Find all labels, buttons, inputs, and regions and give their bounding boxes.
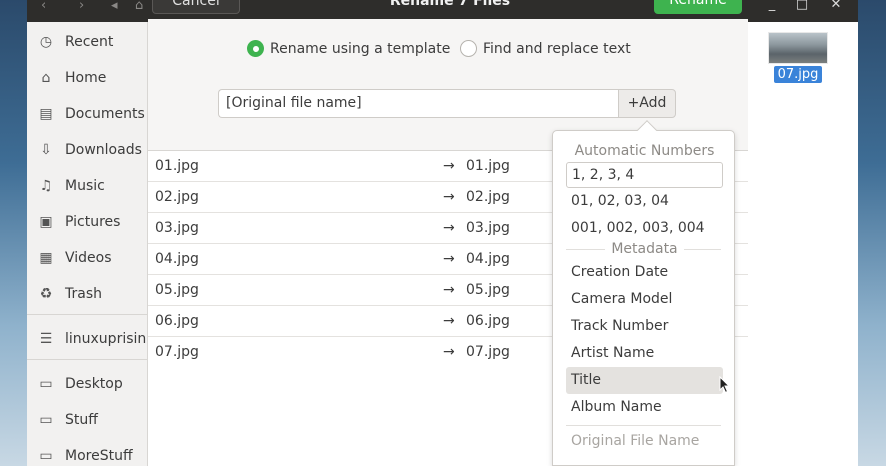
sidebar-item-videos[interactable]: ▦ Videos — [27, 243, 147, 273]
files-sidebar: ◷ Recent ⌂ Home ▤ Documents ⇩ Downloads … — [27, 22, 148, 466]
rename-button[interactable]: Rename — [654, 0, 742, 14]
dialog-title: Rename 7 Files — [389, 0, 511, 9]
arrow-icon: → — [443, 344, 455, 360]
old-name: 07.jpg — [155, 344, 199, 360]
path-left-icon[interactable]: ◂ — [111, 0, 118, 12]
rename-template-radio[interactable]: Rename using a template — [247, 40, 450, 57]
sidebar-item-label: linuxuprising — [65, 331, 148, 347]
sidebar-item-documents[interactable]: ▤ Documents — [27, 99, 147, 129]
radio-label: Rename using a template — [270, 40, 451, 57]
template-input[interactable]: [Original file name] — [218, 89, 619, 118]
metadata-track-number[interactable]: Track Number — [566, 313, 723, 340]
original-file-name-item[interactable]: Original File Name — [566, 428, 723, 455]
trash-icon: ♻ — [39, 286, 53, 302]
old-name: 01.jpg — [155, 158, 199, 174]
sidebar-item-label: Home — [65, 70, 107, 86]
clock-icon: ◷ — [39, 34, 53, 50]
arrow-icon: → — [443, 313, 455, 329]
sidebar-item-label: Pictures — [65, 214, 121, 230]
close-icon[interactable]: ✕ — [828, 0, 844, 12]
mouse-cursor-icon — [719, 376, 731, 394]
old-name: 05.jpg — [155, 282, 199, 298]
sidebar-item-stuff[interactable]: ▭ Stuff — [27, 405, 147, 435]
sidebar-divider — [27, 314, 147, 315]
drive-icon: ☰ — [39, 331, 53, 347]
sidebar-item-trash[interactable]: ♻ Trash — [27, 279, 147, 309]
number-format-1[interactable]: 1, 2, 3, 4 — [566, 162, 723, 188]
desktop-file-icon[interactable]: 07.jpg — [768, 32, 828, 83]
sidebar-item-music[interactable]: ♫ Music — [27, 171, 147, 201]
sidebar-item-pictures[interactable]: ▣ Pictures — [27, 207, 147, 237]
metadata-camera-model[interactable]: Camera Model — [566, 286, 723, 313]
add-popover: Automatic Numbers 1, 2, 3, 4 01, 02, 03,… — [552, 130, 735, 466]
sidebar-item-label: Documents — [65, 106, 145, 122]
picture-icon: ▣ — [39, 214, 53, 230]
number-format-01[interactable]: 01, 02, 03, 04 — [566, 188, 723, 215]
old-name: 04.jpg — [155, 251, 199, 267]
folder-icon: ▭ — [39, 412, 53, 428]
auto-numbers-heading: Automatic Numbers — [574, 143, 715, 159]
old-name: 02.jpg — [155, 189, 199, 205]
popover-divider — [566, 425, 721, 426]
forward-icon[interactable]: › — [79, 0, 84, 12]
download-icon: ⇩ — [40, 142, 52, 158]
video-icon: ▦ — [39, 250, 53, 266]
folder-icon: ▭ — [39, 376, 53, 392]
sidebar-item-label: Music — [65, 178, 105, 194]
sidebar-item-recent[interactable]: ◷ Recent — [27, 27, 147, 57]
desktop-file-label: 07.jpg — [773, 66, 823, 83]
metadata-creation-date[interactable]: Creation Date — [566, 259, 723, 286]
sidebar-item-morestuff[interactable]: ▭ MoreStuff — [27, 441, 147, 466]
radio-unchecked-icon — [460, 40, 477, 57]
music-icon: ♫ — [39, 178, 53, 194]
new-name: 05.jpg — [466, 282, 510, 298]
home-path-icon[interactable]: ⌂ — [135, 0, 143, 12]
radio-label: Find and replace text — [483, 40, 631, 57]
metadata-artist-name[interactable]: Artist Name — [566, 340, 723, 367]
add-button[interactable]: +Add — [618, 89, 676, 118]
metadata-album-name[interactable]: Album Name — [566, 394, 723, 421]
back-icon[interactable]: ‹ — [41, 0, 46, 12]
document-icon: ▤ — [39, 106, 53, 122]
sidebar-item-label: MoreStuff — [65, 448, 133, 464]
sidebar-item-label: Trash — [65, 286, 102, 302]
new-name: 01.jpg — [466, 158, 510, 174]
find-replace-radio[interactable]: Find and replace text — [460, 40, 631, 57]
arrow-icon: → — [443, 158, 455, 174]
sidebar-item-drive[interactable]: ☰ linuxuprising — [27, 324, 148, 354]
home-icon: ⌂ — [41, 70, 51, 86]
maximize-icon[interactable]: □ — [794, 0, 810, 12]
new-name: 07.jpg — [466, 344, 510, 360]
sidebar-item-label: Stuff — [65, 412, 98, 428]
sidebar-item-desktop[interactable]: ▭ Desktop — [27, 369, 147, 399]
cancel-button[interactable]: Cancel — [152, 0, 240, 14]
new-name: 03.jpg — [466, 220, 510, 236]
sidebar-item-label: Videos — [65, 250, 112, 266]
metadata-title[interactable]: Title — [566, 367, 723, 394]
new-name: 04.jpg — [466, 251, 510, 267]
new-name: 02.jpg — [466, 189, 510, 205]
metadata-heading: Metadata — [553, 241, 736, 257]
old-name: 03.jpg — [155, 220, 199, 236]
arrow-icon: → — [443, 251, 455, 267]
number-format-001[interactable]: 001, 002, 003, 004 — [566, 215, 723, 242]
sidebar-divider — [27, 359, 147, 360]
minimize-icon[interactable]: _ — [764, 0, 780, 12]
folder-icon: ▭ — [39, 448, 53, 464]
radio-checked-icon — [247, 40, 264, 57]
sidebar-item-label: Recent — [65, 34, 114, 50]
arrow-icon: → — [443, 220, 455, 236]
sidebar-item-label: Downloads — [65, 142, 142, 158]
arrow-icon: → — [443, 282, 455, 298]
metadata-heading-label: Metadata — [605, 241, 684, 257]
sidebar-item-label: Desktop — [65, 376, 123, 392]
sidebar-item-home[interactable]: ⌂ Home — [27, 63, 147, 93]
image-thumbnail — [768, 32, 828, 64]
new-name: 06.jpg — [466, 313, 510, 329]
sidebar-item-downloads[interactable]: ⇩ Downloads — [27, 135, 147, 165]
old-name: 06.jpg — [155, 313, 199, 329]
arrow-icon: → — [443, 189, 455, 205]
